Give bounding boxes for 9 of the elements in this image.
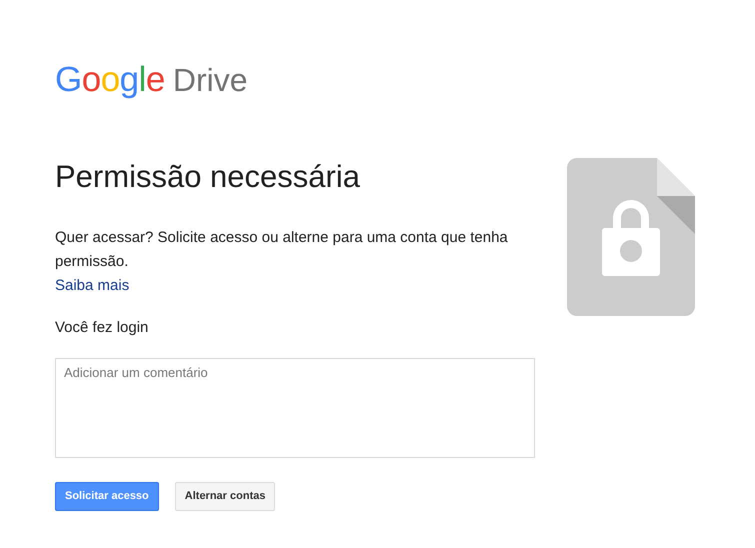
switch-accounts-button[interactable]: Alternar contas	[174, 482, 276, 511]
signed-in-label: Você fez login	[55, 318, 150, 338]
product-name: Drive	[172, 64, 248, 96]
comment-field[interactable]: Adicionar um comentário	[55, 358, 535, 458]
google-logo: Google	[55, 62, 165, 97]
message-text: Quer acessar? Solicite acesso ou alterne para uma conta que tenha permissão.	[55, 228, 509, 272]
locked-file-icon	[567, 158, 695, 316]
page-title: Permissão necessária	[55, 158, 361, 196]
learn-more-link[interactable]: Saiba mais	[55, 274, 130, 298]
